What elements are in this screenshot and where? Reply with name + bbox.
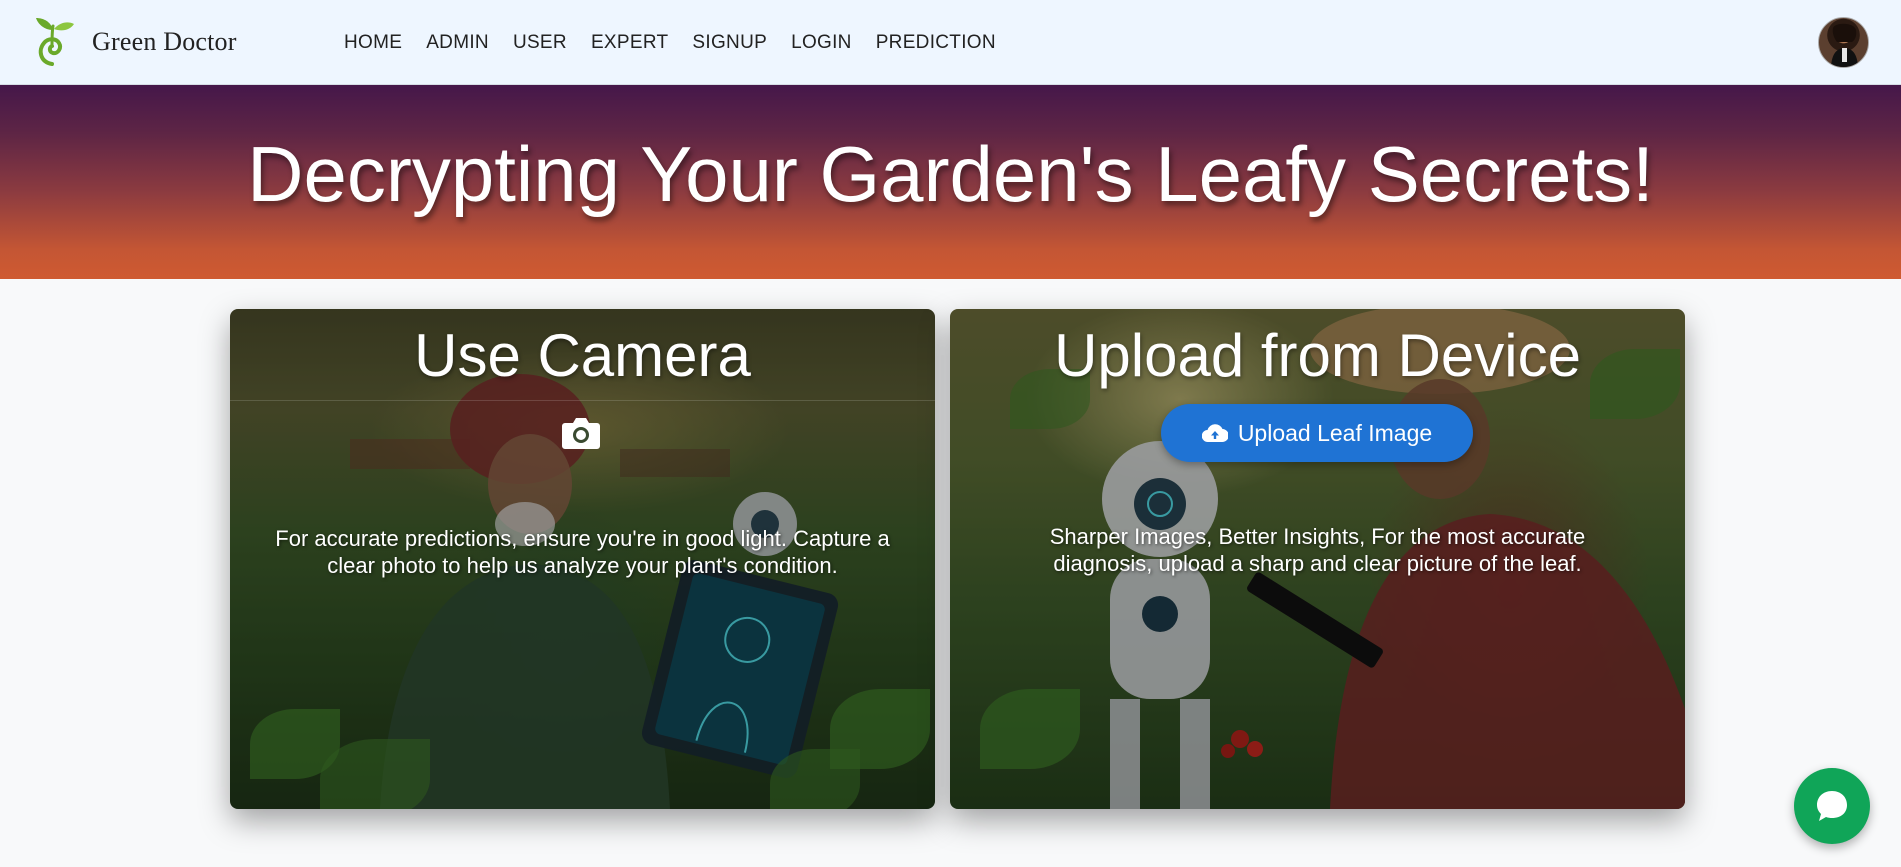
nav-home[interactable]: HOME [332, 32, 414, 54]
chat-button[interactable] [1794, 768, 1870, 844]
hero-title: Decrypting Your Garden's Leafy Secrets! [247, 129, 1654, 218]
upload-button-label: Upload Leaf Image [1237, 419, 1433, 446]
nav-admin[interactable]: ADMIN [414, 32, 501, 54]
brand[interactable]: Green Doctor [30, 16, 237, 68]
page: Green Doctor HOME ADMIN USER EXPERT SIGN… [0, 0, 1901, 867]
camera-card: Use Camera For accurate predictions, ens… [230, 309, 935, 809]
upload-card-title: Upload from Device [1054, 322, 1581, 389]
upload-leaf-image-button[interactable]: Upload Leaf Image [1161, 404, 1473, 462]
nav-user[interactable]: USER [501, 32, 579, 54]
user-avatar[interactable] [1818, 17, 1869, 68]
camera-icon[interactable] [561, 414, 601, 450]
chat-bubble-icon [1817, 791, 1847, 821]
upload-card-text: Sharper Images, Better Insights, For the… [1049, 524, 1586, 576]
upload-card: Upload from Device Upload Leaf Image Sha… [950, 309, 1685, 809]
cloud-upload-icon [1201, 424, 1228, 443]
camera-card-text: For accurate predictions, ensure you're … [275, 526, 890, 578]
nav-login[interactable]: LOGIN [779, 32, 864, 54]
camera-card-title: Use Camera [414, 322, 751, 389]
hero-banner: Decrypting Your Garden's Leafy Secrets! [0, 85, 1901, 279]
avatar-person-icon [1831, 23, 1858, 67]
nav-expert[interactable]: EXPERT [579, 32, 680, 54]
camera-card-divider [230, 400, 935, 401]
brand-name: Green Doctor [92, 27, 237, 56]
nav-links: HOME ADMIN USER EXPERT SIGNUP LOGIN PRED… [332, 0, 1008, 85]
nav-signup[interactable]: SIGNUP [680, 32, 779, 54]
sprout-logo-icon [36, 18, 74, 66]
navbar: Green Doctor HOME ADMIN USER EXPERT SIGN… [0, 0, 1901, 85]
nav-prediction[interactable]: PREDICTION [864, 32, 1008, 54]
